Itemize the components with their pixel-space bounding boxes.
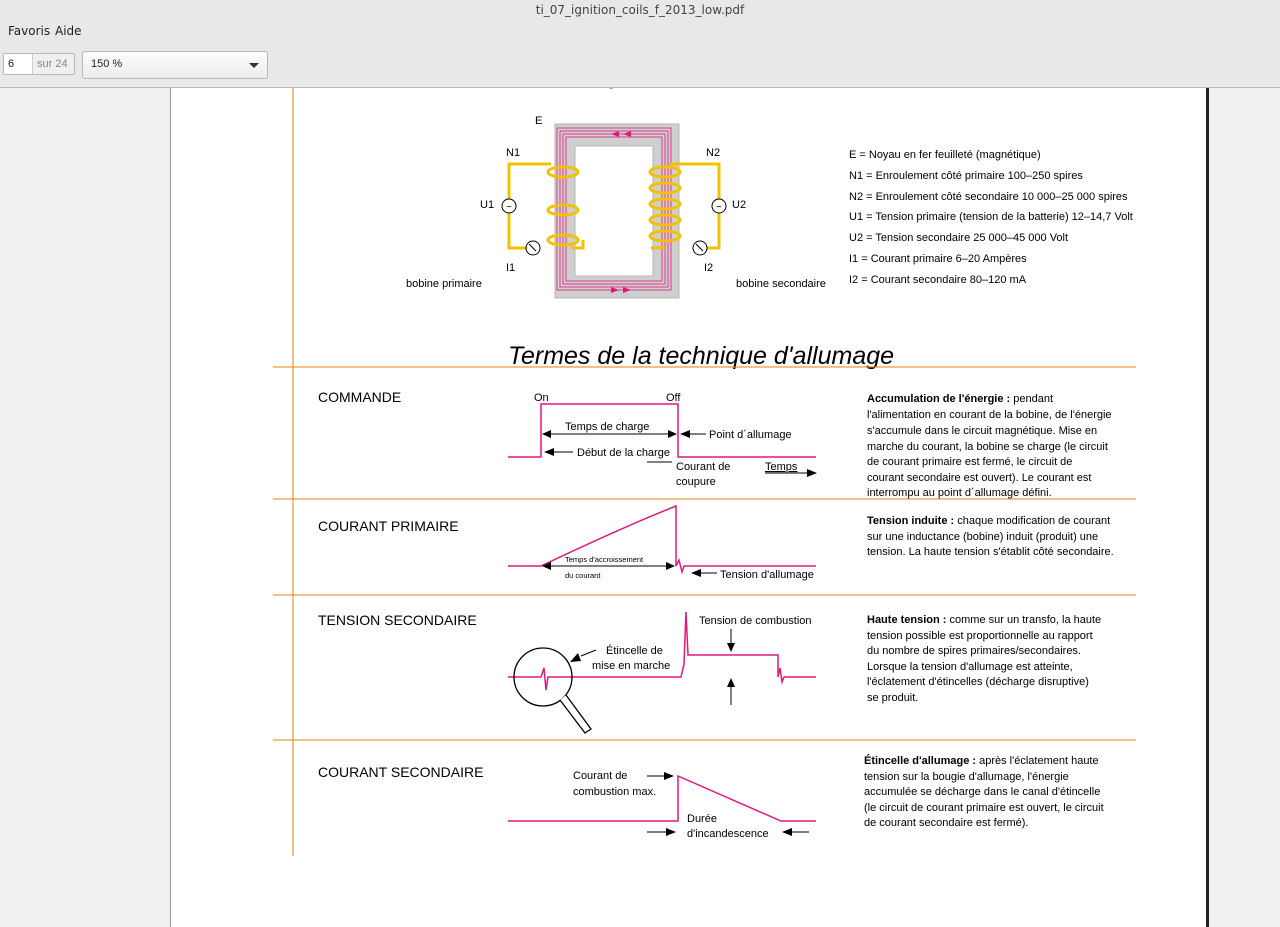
row-courant-secondaire: COURANT SECONDAIRE Courant de combustion… bbox=[318, 754, 1104, 840]
desc-line: tension sur la bougie d'allumage, l'éner… bbox=[864, 771, 1069, 783]
row-description: Étincelle d'allumage : après l'éclatemen… bbox=[864, 754, 1099, 767]
legend-line: I2 = Courant secondaire 80–120 mA bbox=[849, 274, 1027, 286]
desc-line: Lorsque la tension d'allumage est attein… bbox=[867, 661, 1073, 673]
core-window bbox=[574, 145, 654, 277]
desc-line: se produit. bbox=[867, 692, 918, 704]
row-description: Tension induite : chaque modification de… bbox=[867, 515, 1110, 527]
menu-aide[interactable]: Aide bbox=[55, 24, 82, 38]
zoom-value: 150 % bbox=[91, 58, 123, 70]
label-N1: N1 bbox=[506, 147, 520, 159]
label-courant-coupure: coupure bbox=[676, 476, 716, 488]
legend-line: U1 = Tension primaire (tension de la bat… bbox=[849, 211, 1133, 223]
label-temps-accroissement: Temps d'accroissement bbox=[565, 555, 644, 564]
desc-line: l'alimentation en courant de la bobine, … bbox=[867, 409, 1112, 421]
desc-line: de courant secondaire est fermé). bbox=[864, 817, 1028, 829]
window-titlebar: ti_07_ignition_coils_f_2013_low.pdf bbox=[0, 0, 1280, 22]
label-temps: Temps bbox=[765, 461, 798, 473]
desc-line: marche du courant, la bobine se charge (… bbox=[867, 441, 1108, 453]
page-content: ~ ~ E N1 N2 U1 U2 I1 I2 bobine primaire … bbox=[273, 88, 1136, 856]
pdf-page: ~ ~ E N1 N2 U1 U2 I1 I2 bobine primaire … bbox=[170, 88, 1209, 927]
desc-title: Étincelle d'allumage : bbox=[864, 754, 976, 767]
document-viewport[interactable]: ~ ~ E N1 N2 U1 U2 I1 I2 bobine primaire … bbox=[0, 88, 1280, 927]
desc-line: accumulée se décharge dans le canal d'ét… bbox=[864, 786, 1100, 798]
svg-text:~: ~ bbox=[716, 202, 722, 213]
desc-line: de courant primaire est fermé, le circui… bbox=[867, 456, 1072, 468]
row-commande: COMMANDE On Off Temps de charge Début de… bbox=[318, 389, 1112, 499]
legend-line: I1 = Courant primaire 6–20 Ampères bbox=[849, 253, 1027, 265]
desc-line: pendant bbox=[1010, 393, 1053, 405]
row-heading: COMMANDE bbox=[318, 389, 401, 405]
label-duree: d'incandescence bbox=[687, 828, 769, 840]
label-on: On bbox=[534, 392, 549, 404]
signal-trace bbox=[508, 774, 816, 822]
legend-line: U2 = Tension secondaire 25 000–45 000 Vo… bbox=[849, 232, 1068, 244]
label-off: Off bbox=[666, 392, 681, 404]
page-total-label: sur 24 bbox=[32, 54, 74, 74]
label-courant-combustion: Courant de bbox=[573, 770, 627, 782]
desc-line: (le circuit de courant primaire est ouve… bbox=[864, 802, 1104, 814]
desc-title: Accumulation de l'énergie : bbox=[867, 393, 1010, 405]
toolbar: 6 sur 24 150 % bbox=[0, 42, 1280, 88]
desc-line: l'éclatement d'étincelles (décharge disr… bbox=[867, 676, 1089, 688]
legend-line: N2 = Enroulement côté secondaire 10 000–… bbox=[849, 191, 1128, 203]
legend-line: N1 = Enroulement côté primaire 100–250 s… bbox=[849, 170, 1083, 182]
label-debut-charge: Début de la charge bbox=[577, 447, 670, 459]
figure-legend: E = Noyau en fer feuilleté (magnétique) … bbox=[849, 149, 1133, 286]
label-U2: U2 bbox=[732, 199, 746, 211]
label-point-allumage: Point d´allumage bbox=[709, 429, 792, 441]
label-tension-allumage: Tension d'allumage bbox=[720, 569, 814, 581]
desc-line: sur une inductance (bobine) induit (prod… bbox=[867, 531, 1098, 543]
chevron-down-icon bbox=[249, 63, 259, 68]
label-courant-coupure: Courant de bbox=[676, 461, 730, 473]
desc-line: après l'éclatement haute bbox=[976, 755, 1099, 767]
desc-line: tension. La haute tension s'établit côté… bbox=[867, 546, 1114, 558]
menu-favoris[interactable]: Favoris bbox=[8, 24, 50, 38]
desc-line: du nombre de spires primaires/secondaire… bbox=[867, 645, 1081, 657]
desc-title: Haute tension : bbox=[867, 614, 946, 626]
legend-line: E = Noyau en fer feuilleté (magnétique) bbox=[849, 149, 1041, 161]
page-navigator: 6 sur 24 bbox=[3, 53, 75, 75]
desc-line: s'accumule dans le circuit magnétique. M… bbox=[867, 425, 1097, 437]
label-etincelle: mise en marche bbox=[592, 660, 670, 672]
row-heading: COURANT PRIMAIRE bbox=[318, 518, 459, 534]
row-heading: TENSION SECONDAIRE bbox=[318, 612, 477, 628]
desc-line: chaque modification de courant bbox=[954, 515, 1110, 527]
row-description: Haute tension : comme sur un transfo, la… bbox=[867, 614, 1101, 626]
desc-title: Tension induite : bbox=[867, 515, 954, 527]
row-courant-primaire: COURANT PRIMAIRE Temps d'accroissement d… bbox=[318, 504, 1114, 581]
transformer-diagram: ~ ~ E N1 N2 U1 U2 I1 I2 bobine primaire … bbox=[406, 115, 826, 299]
label-temps-charge: Temps de charge bbox=[565, 421, 649, 433]
row-tension-secondaire: TENSION SECONDAIRE Étincelle de mise en … bbox=[318, 611, 1101, 734]
label-temps-accroissement: du courant bbox=[565, 571, 601, 580]
label-U1: U1 bbox=[480, 199, 494, 211]
window-title: ti_07_ignition_coils_f_2013_low.pdf bbox=[535, 3, 745, 17]
signal-trace bbox=[508, 504, 816, 575]
label-courant-combustion: combustion max. bbox=[573, 786, 656, 798]
label-E: E bbox=[535, 115, 542, 127]
label-I1: I1 bbox=[506, 262, 515, 274]
label-secondary-coil: bobine secondaire bbox=[736, 278, 826, 290]
desc-line: comme sur un transfo, la haute bbox=[946, 614, 1101, 626]
row-description: Accumulation de l'énergie : pendant bbox=[867, 393, 1053, 405]
section-title: Termes de la technique d'allumage bbox=[508, 342, 894, 370]
desc-line: tension possible est proportionnelle au … bbox=[867, 630, 1093, 642]
label-primary-coil: bobine primaire bbox=[406, 278, 482, 290]
desc-line: interrompu au point d´allumage défini. bbox=[867, 487, 1052, 499]
zoom-dropdown[interactable]: 150 % bbox=[82, 51, 268, 79]
row-heading: COURANT SECONDAIRE bbox=[318, 764, 483, 780]
label-etincelle: Étincelle de bbox=[606, 644, 663, 657]
label-N2: N2 bbox=[706, 147, 720, 159]
label-I2: I2 bbox=[704, 262, 713, 274]
svg-text:~: ~ bbox=[506, 202, 512, 213]
label-tension-combustion: Tension de combustion bbox=[699, 615, 812, 627]
label-duree: Durée bbox=[687, 813, 717, 825]
desc-line: courant secondaire est ouvert). Le coura… bbox=[867, 472, 1091, 484]
menu-bar: Favoris Aide bbox=[0, 22, 1280, 42]
